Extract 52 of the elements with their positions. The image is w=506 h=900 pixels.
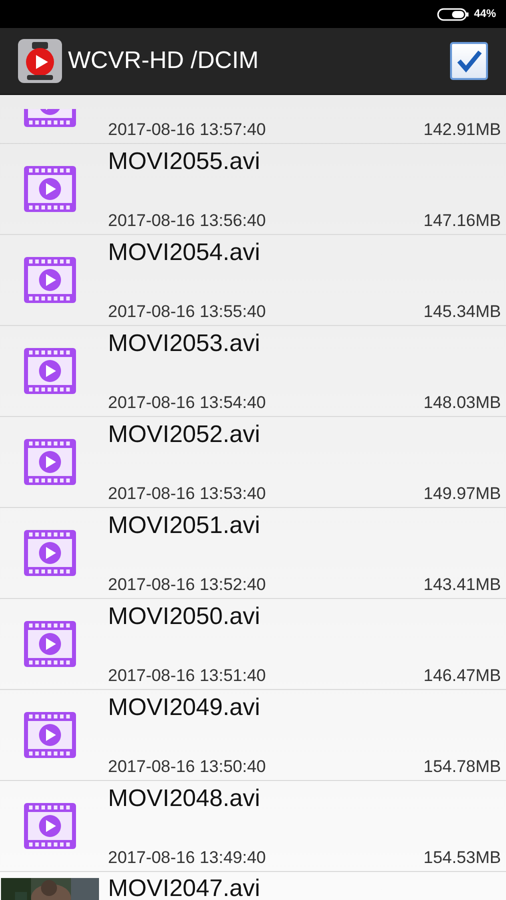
file-date: 2017-08-16 13:56:40 [108, 211, 266, 231]
file-row[interactable]: MOVI2049.avi 2017-08-16 13:50:40 154.78MB [0, 690, 506, 781]
file-name: MOVI2055.avi [108, 148, 262, 176]
file-date: 2017-08-16 13:50:40 [108, 757, 266, 777]
file-date: 2017-08-16 13:51:40 [108, 666, 266, 686]
video-file-icon [22, 255, 78, 305]
file-date: 2017-08-16 13:49:40 [108, 848, 266, 868]
file-date: 2017-08-16 13:55:40 [108, 302, 266, 322]
file-name: MOVI2053.avi [108, 330, 262, 358]
file-date: 2017-08-16 13:54:40 [108, 393, 266, 413]
app-logo-icon [18, 39, 62, 83]
file-date: 2017-08-16 13:57:40 [108, 120, 266, 140]
file-name: MOVI2051.avi [108, 512, 262, 540]
file-size: 142.91MB [424, 120, 501, 140]
video-file-icon [22, 437, 78, 487]
checkmark-icon [456, 49, 482, 73]
file-name: MOVI2052.avi [108, 421, 262, 449]
file-name: MOVI2047.avi [108, 875, 262, 900]
video-file-icon [22, 109, 78, 129]
file-row[interactable]: MOVI2054.avi 2017-08-16 13:55:40 145.34MB [0, 235, 506, 326]
file-size: 154.78MB [424, 757, 501, 777]
file-size: 146.47MB [424, 666, 501, 686]
file-name: MOVI2050.avi [108, 603, 262, 631]
file-name: MOVI2048.avi [108, 785, 262, 813]
battery-level: 44% [474, 8, 496, 20]
select-all-checkbox[interactable] [450, 42, 488, 80]
file-name: MOVI2049.avi [108, 694, 262, 722]
file-size: 149.97MB [424, 484, 501, 504]
file-name: MOVI2054.avi [108, 239, 262, 267]
app-title: WCVR-HD /DCIM [68, 47, 260, 75]
file-row[interactable]: MOVI2051.avi 2017-08-16 13:52:40 143.41MB [0, 508, 506, 599]
file-size: 147.16MB [424, 211, 501, 231]
file-size: 148.03MB [424, 393, 501, 413]
video-file-icon [22, 528, 78, 578]
file-row[interactable]: MOVI2052.avi 2017-08-16 13:53:40 149.97MB [0, 417, 506, 508]
file-row[interactable]: MOVI2053.avi 2017-08-16 13:54:40 148.03MB [0, 326, 506, 417]
file-row[interactable]: MOVI2055.avi 2017-08-16 13:56:40 147.16MB [0, 144, 506, 235]
video-file-icon [22, 346, 78, 396]
file-date: 2017-08-16 13:52:40 [108, 575, 266, 595]
video-file-icon [22, 801, 78, 851]
file-row[interactable]: 2017-08-16 13:57:40 142.91MB [0, 95, 506, 144]
file-row[interactable]: MOVI2050.avi 2017-08-16 13:51:40 146.47MB [0, 599, 506, 690]
file-row[interactable]: MOVI2047.avi [0, 872, 506, 900]
video-file-icon [22, 164, 78, 214]
battery-icon [436, 8, 469, 20]
file-size: 145.34MB [424, 302, 501, 322]
file-size: 143.41MB [424, 575, 501, 595]
file-row[interactable]: MOVI2048.avi 2017-08-16 13:49:40 154.53MB [0, 781, 506, 872]
video-file-icon [22, 619, 78, 669]
video-file-icon [22, 710, 78, 760]
file-size: 154.53MB [424, 848, 501, 868]
file-date: 2017-08-16 13:53:40 [108, 484, 266, 504]
